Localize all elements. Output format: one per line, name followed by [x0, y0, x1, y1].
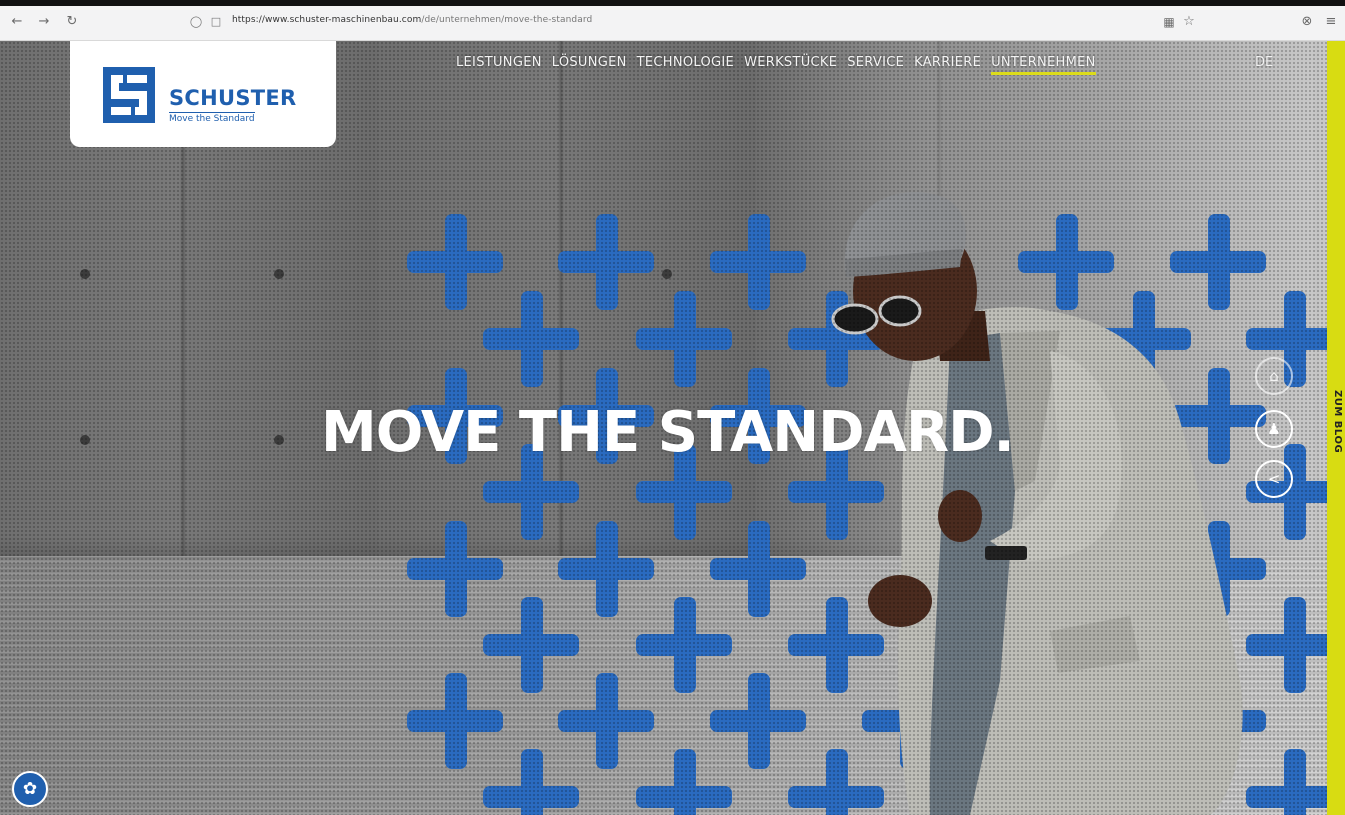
nav-item-werkstuecke[interactable]: WERKSTÜCKE [744, 53, 837, 75]
main-navigation: LEISTUNGEN LÖSUNGEN TECHNOLOGIE WERKSTÜC… [456, 53, 1106, 75]
nav-item-technologie[interactable]: TECHNOLOGIE [637, 53, 734, 75]
menu-icon[interactable]: ≡ [1322, 13, 1340, 31]
url-host: https://www.schuster-maschinenbau.com [232, 15, 422, 25]
star-icon[interactable]: ☆ [1180, 13, 1198, 31]
person-icon[interactable]: ♟ [1255, 410, 1293, 448]
blog-tab-label[interactable]: ZUM BLOG [1329, 390, 1343, 453]
home-icon[interactable]: ⌂ [1255, 357, 1293, 395]
wall-bolt [80, 269, 90, 279]
plus-shape [636, 749, 732, 815]
shield-icon[interactable]: ◯ [188, 14, 204, 30]
reload-icon[interactable]: ↻ [63, 13, 81, 31]
wall-bolt [274, 435, 284, 445]
url-path: /de/unternehmen/move-the-standard [421, 15, 593, 25]
wall-bolt [662, 269, 672, 279]
brand-tagline: Move the Standard [169, 112, 255, 124]
browser-toolbar: ← → ↻ ◯ □ https://www.schuster-maschinen… [0, 6, 1345, 41]
url-text[interactable]: https://www.schuster-maschinenbau.com/de… [232, 15, 592, 25]
nav-item-unternehmen[interactable]: UNTERNEHMEN [991, 53, 1096, 75]
extension-icon[interactable]: ⊗ [1298, 13, 1316, 31]
nav-item-karriere[interactable]: KARRIERE [914, 53, 981, 75]
wall-bolt [80, 435, 90, 445]
address-bar[interactable]: ◯ □ https://www.schuster-maschinenbau.co… [180, 11, 1210, 33]
language-switcher[interactable]: DE [1255, 53, 1273, 73]
browser-window: ← → ↻ ◯ □ https://www.schuster-maschinen… [0, 0, 1345, 815]
wall-bolt [274, 269, 284, 279]
share-icon[interactable]: < [1255, 460, 1293, 498]
nav-item-loesungen[interactable]: LÖSUNGEN [552, 53, 627, 75]
hero-person-photo [831, 192, 1243, 815]
reader-view-icon[interactable]: ▦ [1160, 13, 1178, 31]
nav-item-leistungen[interactable]: LEISTUNGEN [456, 53, 542, 75]
cookie-settings-icon[interactable]: ✿ [12, 771, 48, 807]
brand-name: SCHUSTER [169, 86, 297, 110]
hero-headline: MOVE THE STANDARD. [321, 400, 1015, 465]
hero-section: MOVE THE STANDARD. ⌂ ♟ < [0, 41, 1327, 815]
logo-card[interactable]: SCHUSTER Move the Standard [70, 41, 336, 147]
nav-item-service[interactable]: SERVICE [847, 53, 904, 75]
arrow-right-icon[interactable]: → [35, 13, 53, 31]
lock-icon[interactable]: □ [208, 14, 224, 30]
arrow-left-icon[interactable]: ← [8, 13, 26, 31]
plus-shape [483, 749, 579, 815]
schuster-logo-icon [103, 67, 155, 123]
